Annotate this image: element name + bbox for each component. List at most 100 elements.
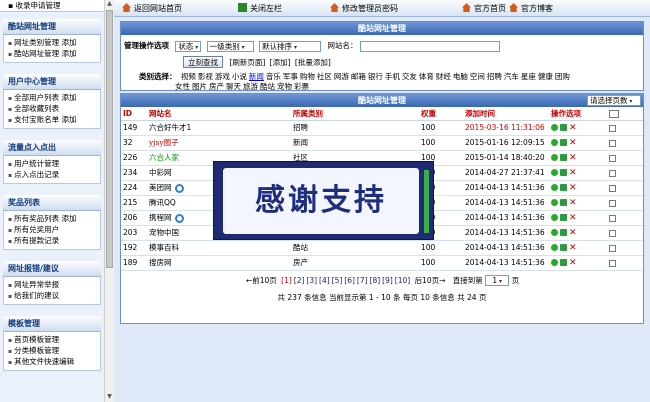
category-link[interactable]: 招聘 xyxy=(487,72,502,81)
row-checkbox[interactable] xyxy=(609,169,616,177)
approve-icon[interactable] xyxy=(551,184,558,191)
approve-icon[interactable] xyxy=(551,244,558,251)
category-link[interactable]: 彩票 xyxy=(294,82,309,91)
sidebar-scrollbar[interactable]: ▲ ▼ xyxy=(104,0,114,402)
change-password-link[interactable]: 修改管理员密码 xyxy=(330,3,398,15)
delete-icon[interactable]: ✕ xyxy=(569,243,577,253)
page-link[interactable]: [1] xyxy=(281,276,292,285)
next-10-pages-link[interactable]: 后10页→ xyxy=(415,276,446,285)
category-link[interactable]: 团购 xyxy=(555,72,570,81)
back-to-home-link[interactable]: 返回网站首页 xyxy=(122,3,182,15)
edit-icon[interactable] xyxy=(560,124,567,131)
edit-icon[interactable] xyxy=(560,214,567,221)
sidebar-item[interactable]: 分类模板管理 xyxy=(8,345,100,356)
row-site-name[interactable]: 搜房网 xyxy=(149,258,172,267)
delete-icon[interactable]: ✕ xyxy=(569,183,577,193)
sidebar-item[interactable]: 支付宝账名单 添加 xyxy=(8,114,100,125)
refresh-link[interactable]: [刷新页面] xyxy=(229,58,265,67)
sidebar-section-title[interactable]: 流量点入点出 xyxy=(3,140,101,156)
category-select[interactable]: 一级类别 xyxy=(206,40,254,52)
approve-icon[interactable] xyxy=(551,139,558,146)
category-link[interactable]: 女性 xyxy=(175,82,190,91)
edit-icon[interactable] xyxy=(560,199,567,206)
add-link[interactable]: [添加] xyxy=(270,58,291,67)
delete-icon[interactable]: ✕ xyxy=(569,213,577,223)
page-select[interactable]: 请选择页数 xyxy=(587,95,641,106)
approve-icon[interactable] xyxy=(551,214,558,221)
edit-icon[interactable] xyxy=(560,244,567,251)
delete-icon[interactable]: ✕ xyxy=(569,228,577,238)
category-link[interactable]: 购物 xyxy=(300,72,315,81)
category-link[interactable]: 宠物 xyxy=(277,82,292,91)
row-checkbox[interactable] xyxy=(609,154,616,162)
sidebar-item[interactable]: 用户统计管理 xyxy=(8,158,100,169)
edit-icon[interactable] xyxy=(560,229,567,236)
sidebar-item[interactable]: 网址类别管理 添加 xyxy=(8,37,100,48)
category-link[interactable]: 健康 xyxy=(538,72,553,81)
delete-icon[interactable]: ✕ xyxy=(569,258,577,268)
sidebar-item[interactable]: 给我们的建议 xyxy=(8,290,100,301)
delete-icon[interactable]: ✕ xyxy=(569,138,577,148)
official-blog-link[interactable]: 官方博客 xyxy=(509,3,553,15)
page-link[interactable]: [6] xyxy=(344,276,355,285)
sidebar-item[interactable]: 酷站网址管理 添加 xyxy=(8,48,100,59)
category-link[interactable]: 房产 xyxy=(209,82,224,91)
delete-icon[interactable]: ✕ xyxy=(569,123,577,133)
category-link[interactable]: 小说 xyxy=(232,72,247,81)
row-checkbox[interactable] xyxy=(609,184,616,192)
close-left-panel-link[interactable]: 关闭左栏 xyxy=(238,3,282,15)
category-link[interactable]: 体育 xyxy=(419,72,434,81)
delete-icon[interactable]: ✕ xyxy=(569,153,577,163)
category-link[interactable]: 财经 xyxy=(436,72,451,81)
page-link[interactable]: [4] xyxy=(319,276,330,285)
select-all-checkbox[interactable] xyxy=(609,109,619,118)
search-button[interactable]: 立刻查找 xyxy=(183,56,223,68)
approve-icon[interactable] xyxy=(551,259,558,266)
sidebar-section-title[interactable]: 酷站网址管理 xyxy=(3,19,101,35)
category-link[interactable]: 视频 xyxy=(181,72,196,81)
prev-10-pages-link[interactable]: ←前10页 xyxy=(246,276,277,285)
category-link[interactable]: 游戏 xyxy=(215,72,230,81)
page-link[interactable]: [9] xyxy=(382,276,393,285)
page-link[interactable]: [7] xyxy=(357,276,368,285)
sidebar-item[interactable]: 点入点出记录 xyxy=(8,169,100,180)
row-checkbox[interactable] xyxy=(609,229,616,237)
category-link[interactable]: 交友 xyxy=(402,72,417,81)
row-checkbox[interactable] xyxy=(609,244,616,252)
category-link[interactable]: 电脑 xyxy=(453,72,468,81)
approve-icon[interactable] xyxy=(551,229,558,236)
row-site-name[interactable]: 携程网 xyxy=(149,213,172,222)
sidebar-section-title[interactable]: 模板管理 xyxy=(3,316,101,332)
row-site-name[interactable]: 模事百科 xyxy=(149,243,179,252)
page-link[interactable]: [3] xyxy=(306,276,317,285)
page-link[interactable]: [5] xyxy=(332,276,343,285)
sidebar-section-title[interactable]: 奖品列表 xyxy=(3,195,101,211)
edit-icon[interactable] xyxy=(560,259,567,266)
edit-icon[interactable] xyxy=(560,139,567,146)
page-link[interactable]: [2] xyxy=(294,276,305,285)
edit-icon[interactable] xyxy=(560,169,567,176)
row-site-name[interactable]: 腾讯QQ xyxy=(149,198,176,207)
category-link[interactable]: 新闻 xyxy=(249,72,264,81)
category-link[interactable]: 军事 xyxy=(283,72,298,81)
row-checkbox[interactable] xyxy=(609,124,616,132)
scrollbar-thumb[interactable] xyxy=(106,10,113,268)
sidebar-top-item[interactable]: ▪ 收录申请管理 xyxy=(0,0,104,12)
goto-page-select[interactable]: 1 xyxy=(485,275,510,286)
category-link[interactable]: 图片 xyxy=(192,82,207,91)
row-site-name[interactable]: 宠物中国 xyxy=(149,228,179,237)
scroll-down-arrow-icon[interactable]: ▼ xyxy=(105,393,114,402)
page-link[interactable]: [8] xyxy=(370,276,381,285)
sidebar-item[interactable]: 所有奖品列表 添加 xyxy=(8,213,100,224)
category-link[interactable]: 汽车 xyxy=(504,72,519,81)
category-link[interactable]: 酷站 xyxy=(260,82,275,91)
category-link[interactable]: 银行 xyxy=(368,72,383,81)
approve-icon[interactable] xyxy=(551,169,558,176)
row-site-name[interactable]: 六合好牛才1 xyxy=(149,123,191,132)
category-link[interactable]: 社区 xyxy=(317,72,332,81)
approve-icon[interactable] xyxy=(551,199,558,206)
sort-select[interactable]: 默认排序 xyxy=(259,40,322,52)
category-link[interactable]: 聊天 xyxy=(226,82,241,91)
row-site-name[interactable]: yjsy图子 xyxy=(149,138,179,147)
edit-icon[interactable] xyxy=(560,154,567,161)
